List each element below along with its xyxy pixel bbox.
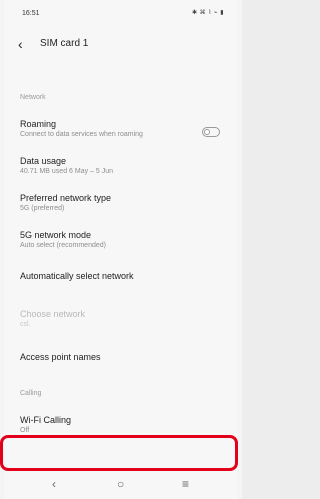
phone-screen: 16:51 ✱ ⌘ ⌇ ⌁ ▮ ‹ SIM card 1 Network Roa… — [4, 0, 238, 499]
menu-icon[interactable]: ≡ — [182, 477, 189, 491]
section-network: Network — [20, 94, 46, 101]
roaming-item[interactable]: Roaming Connect to data services when ro… — [4, 119, 238, 138]
wifi-calling-item[interactable]: Wi-Fi Calling Off — [4, 415, 238, 434]
data-usage-title: Data usage — [20, 156, 67, 166]
choose-network-item: Choose network csl. — [4, 309, 238, 328]
settings-list: Network Roaming Connect to data services… — [4, 88, 238, 434]
wifi-calling-subtitle: Off — [20, 427, 30, 434]
app-bar: ‹ SIM card 1 — [4, 28, 238, 62]
data-usage-subtitle: 40.71 MB used 6 May – 5 Jun — [20, 168, 113, 175]
back-arrow-icon[interactable]: ‹ — [18, 37, 32, 51]
page-title: SIM card 1 — [40, 38, 89, 49]
status-time: 16:51 — [22, 10, 40, 17]
choose-network-subtitle: csl. — [20, 321, 31, 328]
preferred-network-type-item[interactable]: Preferred network type 5G (preferred) — [4, 193, 238, 212]
screen: 16:51 ✱ ⌘ ⌇ ⌁ ▮ ‹ SIM card 1 Network Roa… — [0, 0, 242, 499]
data-usage-item[interactable]: Data usage 40.71 MB used 6 May – 5 Jun — [4, 156, 238, 175]
access-point-names-title: Access point names — [20, 352, 101, 362]
wifi-calling-highlight — [0, 435, 238, 471]
home-icon[interactable]: ○ — [117, 477, 124, 491]
auto-select-network-item[interactable]: Automatically select network — [4, 271, 238, 281]
back-icon[interactable]: ‹ — [52, 477, 56, 491]
5g-mode-item[interactable]: 5G network mode Auto select (recommended… — [4, 230, 238, 249]
preferred-network-type-subtitle: 5G (preferred) — [20, 205, 65, 212]
section-calling: Calling — [20, 390, 42, 397]
wifi-calling-title: Wi-Fi Calling — [20, 415, 72, 425]
access-point-names-item[interactable]: Access point names — [4, 352, 238, 362]
status-icons: ✱ ⌘ ⌇ ⌁ ▮ — [191, 10, 224, 16]
toggle-knob — [204, 128, 210, 135]
5g-mode-subtitle: Auto select (recommended) — [20, 242, 106, 249]
auto-select-network-title: Automatically select network — [20, 271, 134, 281]
5g-mode-title: 5G network mode — [20, 230, 92, 240]
choose-network-title: Choose network — [20, 309, 86, 319]
roaming-toggle[interactable] — [202, 127, 220, 137]
status-bar: 16:51 ✱ ⌘ ⌇ ⌁ ▮ — [4, 0, 238, 26]
navigation-bar: ‹ ○ ≡ — [4, 471, 238, 499]
preferred-network-type-title: Preferred network type — [20, 193, 112, 203]
